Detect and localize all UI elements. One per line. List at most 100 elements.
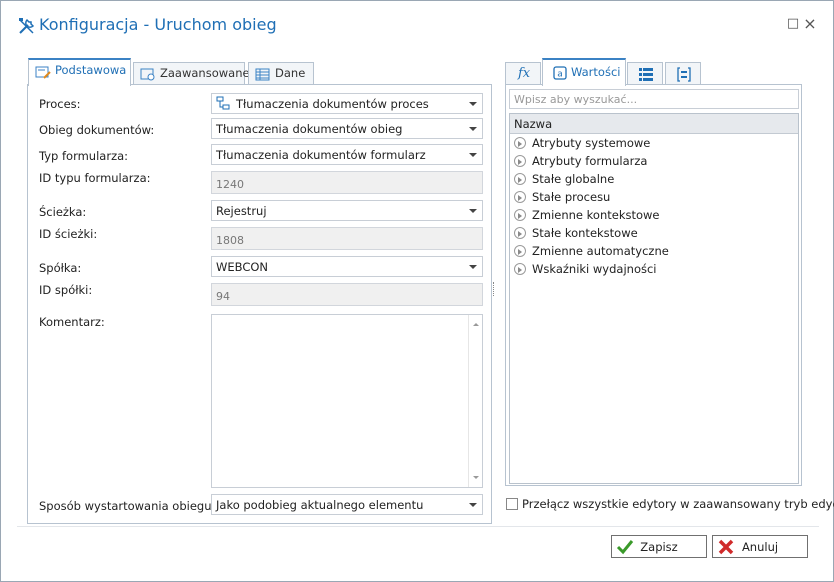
list-item-label: Atrybuty formularza — [532, 154, 648, 168]
workflow-value: Tłumaczenia dokumentów obieg — [216, 122, 403, 136]
company-select[interactable]: WEBCON — [211, 256, 483, 277]
footer-divider — [17, 526, 819, 527]
chevron-down-icon — [469, 503, 477, 507]
list-item[interactable]: Stałe procesu — [514, 190, 610, 208]
path-id-field: 1808 — [211, 227, 483, 250]
tab-dane[interactable]: Dane — [248, 62, 314, 85]
values-tab-content: Wpisz aby wyszukać... Nazwa Atrybuty sys… — [505, 84, 802, 486]
company-value: WEBCON — [216, 260, 269, 274]
path-id-label: ID ścieżki: — [39, 227, 98, 241]
workflow-label: Obieg dokumentów: — [39, 123, 155, 137]
form-type-id-label: ID typu formularza: — [39, 171, 151, 185]
tab-bracket-list[interactable] — [665, 62, 701, 85]
list-item-label: Atrybuty systemowe — [532, 136, 651, 150]
tab-list[interactable] — [627, 62, 663, 85]
chevron-down-icon — [469, 209, 477, 213]
path-value: Rejestruj — [216, 204, 267, 218]
save-button-label: Zapisz — [640, 540, 678, 554]
list-item-label: Stałe globalne — [532, 172, 615, 186]
path-select[interactable]: Rejestruj — [211, 200, 483, 221]
start-mode-select[interactable]: Jako podobieg aktualnego elementu — [211, 494, 483, 515]
right-panel: fx a Wartości Wpisz aby wyszukać... Nazw… — [505, 58, 802, 488]
form-type-value: Tłumaczenia dokumentów formularz — [216, 148, 426, 162]
advanced-mode-checkbox[interactable] — [506, 498, 518, 510]
form-edit-icon — [35, 66, 51, 79]
list-item[interactable]: Stałe kontekstowe — [514, 226, 638, 244]
process-select[interactable]: Tłumaczenia dokumentów proces — [211, 93, 483, 114]
tab-label: Zaawansowane — [160, 66, 250, 80]
list-item[interactable]: Atrybuty formularza — [514, 154, 647, 172]
values-search-input[interactable]: Wpisz aby wyszukać... — [509, 89, 799, 109]
list-item-label: Zmienne kontekstowe — [532, 208, 660, 222]
list-item[interactable]: Zmienne automatyczne — [514, 244, 669, 262]
process-icon — [216, 96, 230, 110]
scroll-down-icon — [473, 476, 479, 479]
path-label: Ścieżka: — [39, 205, 87, 219]
start-mode-value: Jako podobieg aktualnego elementu — [216, 498, 424, 512]
values-tree: Nazwa Atrybuty systemowe Atrybuty formul… — [509, 113, 799, 484]
title-bar: Konfiguracja - Uruchom obieg □ × — [1, 1, 833, 49]
company-id-label: ID spółki: — [39, 283, 93, 297]
tab-function[interactable]: fx — [505, 62, 541, 85]
form-type-label: Typ formularza: — [39, 149, 129, 163]
save-button[interactable]: Zapisz — [611, 535, 707, 558]
svg-text:a: a — [557, 70, 563, 80]
column-header-name[interactable]: Nazwa — [510, 114, 798, 134]
list-item-label: Stałe kontekstowe — [532, 226, 638, 240]
list-icon — [639, 68, 653, 81]
dialog-window: Konfiguracja - Uruchom obieg □ × Podstaw… — [0, 0, 834, 582]
chevron-down-icon — [469, 127, 477, 131]
tab-zaawansowane[interactable]: Zaawansowane — [133, 62, 250, 85]
checkmark-icon — [616, 540, 634, 555]
left-panel: Podstawowa Zaawansowane Dane Proces: Tłu… — [27, 58, 492, 524]
tab-podstawowa[interactable]: Podstawowa — [28, 58, 131, 86]
tools-icon — [19, 18, 35, 34]
workflow-select[interactable]: Tłumaczenia dokumentów obieg — [211, 118, 483, 139]
form-gear-icon — [140, 68, 155, 81]
bracket-list-icon — [677, 67, 691, 82]
chevron-down-icon — [469, 102, 477, 106]
list-item[interactable]: Stałe globalne — [514, 172, 614, 190]
comment-label: Komentarz: — [39, 315, 105, 329]
form-type-select[interactable]: Tłumaczenia dokumentów formularz — [211, 144, 483, 165]
values-icon: a — [553, 66, 567, 80]
window-title: Konfiguracja - Uruchom obieg — [39, 15, 277, 34]
close-button[interactable]: × — [803, 16, 817, 32]
arrow-circle-icon — [514, 173, 526, 185]
list-item[interactable]: Atrybuty systemowe — [514, 136, 650, 154]
tab-label: Dane — [275, 66, 306, 80]
advanced-mode-label: Przełącz wszystkie edytory w zaawansowan… — [522, 497, 834, 511]
arrow-circle-icon — [514, 137, 526, 149]
list-item-label: Stałe procesu — [532, 190, 611, 204]
cancel-button-label: Anuluj — [741, 540, 779, 554]
tab-label: Podstawowa — [55, 63, 127, 77]
advanced-mode-toggle[interactable]: Przełącz wszystkie edytory w zaawansowan… — [506, 497, 834, 511]
form-type-id-field: 1240 — [211, 171, 483, 194]
comment-scrollbar[interactable] — [468, 315, 482, 487]
left-tabs: Podstawowa Zaawansowane Dane — [27, 58, 492, 86]
scroll-up-icon — [473, 323, 479, 326]
panel-splitter[interactable] — [493, 282, 495, 296]
arrow-circle-icon — [514, 155, 526, 167]
cancel-button[interactable]: Anuluj — [712, 535, 808, 558]
arrow-circle-icon — [514, 245, 526, 257]
start-mode-label: Sposób wystartowania obiegu: — [39, 499, 216, 513]
arrow-circle-icon — [514, 263, 526, 275]
chevron-down-icon — [469, 153, 477, 157]
process-label: Proces: — [39, 97, 81, 111]
tab-values[interactable]: a Wartości — [542, 58, 626, 86]
company-label: Spółka: — [39, 261, 82, 275]
tab-label: Wartości — [571, 65, 621, 79]
arrow-circle-icon — [514, 227, 526, 239]
maximize-button[interactable]: □ — [786, 17, 800, 31]
cancel-x-icon — [718, 539, 734, 555]
list-item-label: Wskaźniki wydajności — [532, 262, 657, 276]
function-icon: fx — [518, 66, 531, 81]
process-value: Tłumaczenia dokumentów proces — [236, 97, 429, 111]
list-item[interactable]: Zmienne kontekstowe — [514, 208, 660, 226]
comment-textarea[interactable] — [211, 314, 483, 488]
chevron-down-icon — [469, 265, 477, 269]
list-item[interactable]: Wskaźniki wydajności — [514, 262, 656, 280]
basic-tab-content: Proces: Tłumaczenia dokumentów proces Ob… — [27, 84, 492, 524]
arrow-circle-icon — [514, 209, 526, 221]
